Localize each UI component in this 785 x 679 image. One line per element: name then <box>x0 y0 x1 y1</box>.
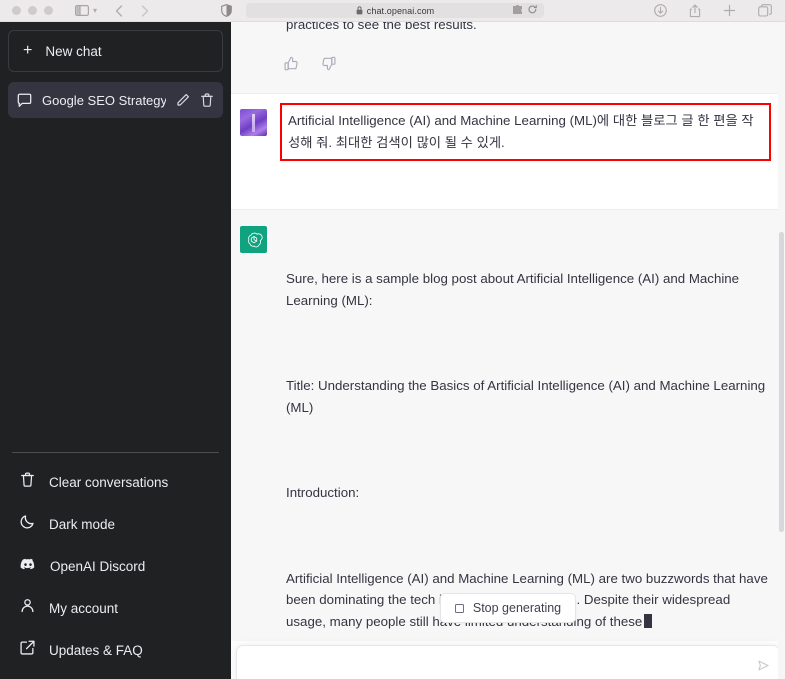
browser-chrome: ▾ chat.openai.com <box>0 0 785 22</box>
stop-generating-label: Stop generating <box>472 601 562 615</box>
chevron-down-icon[interactable]: ▾ <box>93 6 97 15</box>
plus-icon: + <box>23 42 33 59</box>
send-icon[interactable] <box>758 658 769 676</box>
address-bar[interactable]: chat.openai.com <box>246 2 545 20</box>
plus-icon[interactable] <box>723 4 736 17</box>
new-chat-label: New chat <box>45 43 102 59</box>
sidebar-toggle-icon[interactable] <box>75 5 89 16</box>
browser-toolbar-right <box>654 3 772 18</box>
stop-square-icon <box>454 603 464 613</box>
conversation-title: Google SEO Strategy O <box>42 92 166 108</box>
annotation-highlight-box: Artificial Intelligence (AI) and Machine… <box>280 103 771 161</box>
zoom-dot[interactable] <box>44 6 53 15</box>
user-message-text: Artificial Intelligence (AI) and Machine… <box>288 113 754 150</box>
user-avatar <box>240 109 267 136</box>
sidebar-item-dark-mode[interactable]: Dark mode <box>8 503 223 545</box>
composer-region <box>231 641 785 679</box>
previous-message-text: practices to see the best results. <box>286 22 477 32</box>
new-chat-button[interactable]: + New chat <box>8 30 223 72</box>
user-message: Artificial Intelligence (AI) and Machine… <box>231 94 785 209</box>
url-text: chat.openai.com <box>366 5 435 16</box>
person-icon <box>20 598 35 618</box>
chat-main: practices to see the best results. Artif… <box>231 22 785 679</box>
trash-icon[interactable] <box>200 93 214 107</box>
sidebar-item-label: OpenAI Discord <box>50 558 146 574</box>
discord-icon <box>20 557 36 575</box>
minimize-dot[interactable] <box>28 6 37 15</box>
chat-bubble-icon <box>17 93 32 108</box>
window-traffic-lights[interactable] <box>12 6 53 15</box>
share-icon[interactable] <box>689 3 701 18</box>
sidebar-item-openai-discord[interactable]: OpenAI Discord <box>8 545 223 587</box>
assistant-paragraph: Sure, here is a sample blog post about A… <box>286 271 743 308</box>
thumbs-up-icon[interactable] <box>284 56 299 76</box>
sidebar-item-my-account[interactable]: My account <box>8 587 223 629</box>
moon-icon <box>20 514 35 534</box>
privacy-shield-icon[interactable] <box>221 4 232 17</box>
sidebar-item-label: Clear conversations <box>49 474 169 490</box>
trash-icon <box>20 472 35 492</box>
close-dot[interactable] <box>12 6 21 15</box>
sidebar-item-updates-faq[interactable]: Updates & FAQ <box>8 629 223 671</box>
page-content: + New chat Google SEO Strategy O <box>0 22 785 679</box>
feedback-buttons <box>284 56 336 76</box>
reload-icon[interactable] <box>528 2 537 20</box>
assistant-paragraph: Title: Understanding the Basics of Artif… <box>286 378 769 415</box>
download-icon[interactable] <box>654 4 667 17</box>
sidebar-item-label: My account <box>49 600 119 616</box>
scrollbar-thumb[interactable] <box>779 232 784 532</box>
conversation-item[interactable]: Google SEO Strategy O <box>8 82 223 118</box>
sidebar-item-clear-conversations[interactable]: Clear conversations <box>8 461 223 503</box>
sidebar: + New chat Google SEO Strategy O <box>0 22 231 679</box>
back-arrow-icon[interactable] <box>115 4 123 17</box>
message-input[interactable] <box>249 657 745 672</box>
conversation-list: Google SEO Strategy O <box>8 82 223 118</box>
scrollbar-track[interactable] <box>778 22 785 679</box>
lock-icon <box>356 6 363 15</box>
previous-message-partial: practices to see the best results. <box>231 22 785 94</box>
external-link-icon <box>20 640 35 660</box>
sidebar-item-label: Dark mode <box>49 516 116 532</box>
assistant-paragraph: Introduction: <box>286 485 360 500</box>
sidebar-item-label: Updates & FAQ <box>49 642 143 658</box>
composer[interactable] <box>236 645 780 679</box>
stop-generating-area: Stop generating <box>231 593 785 623</box>
extension-puzzle-icon[interactable] <box>512 2 523 20</box>
sidebar-divider <box>12 452 219 453</box>
chatgpt-logo-icon <box>240 226 267 253</box>
forward-arrow-icon[interactable] <box>141 4 149 17</box>
thumbs-down-icon[interactable] <box>321 56 336 76</box>
stop-generating-button[interactable]: Stop generating <box>439 593 577 623</box>
pencil-icon[interactable] <box>176 93 190 107</box>
tab-overview-icon[interactable] <box>758 4 772 17</box>
